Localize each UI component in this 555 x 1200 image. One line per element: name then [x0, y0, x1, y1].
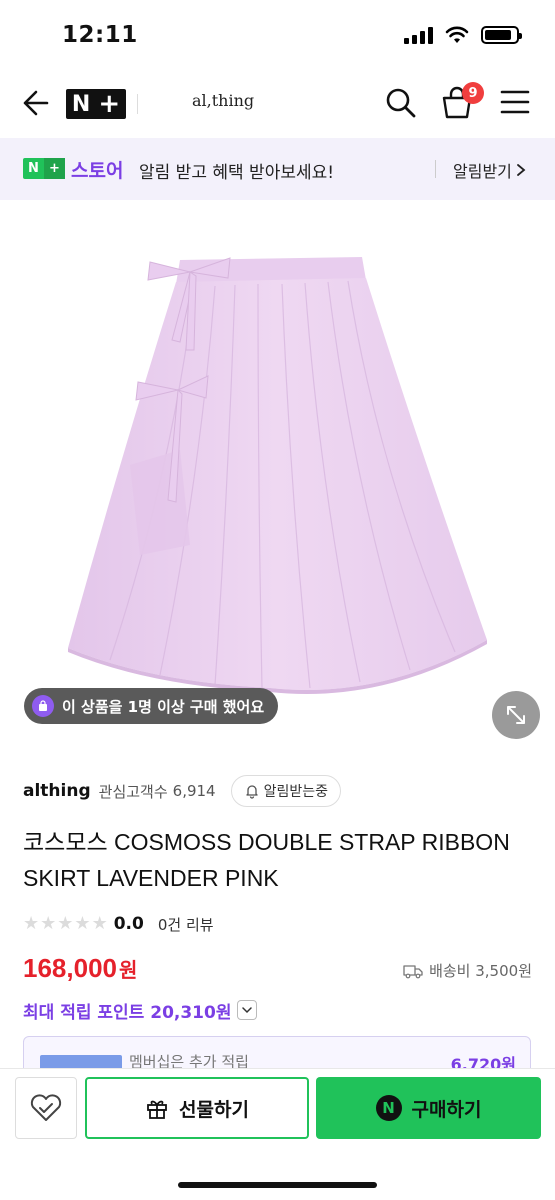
rating-stars: ★ ★ ★ ★ ★: [23, 915, 108, 933]
home-indicator: [178, 1182, 377, 1188]
back-arrow-icon[interactable]: [18, 86, 52, 120]
naver-plus-store-logo: N +: [23, 158, 65, 179]
battery-level: [485, 30, 511, 40]
shopping-bag-icon: [32, 695, 54, 717]
brand-name[interactable]: althing: [23, 781, 91, 801]
expand-icon: [507, 706, 525, 724]
battery-icon: [481, 26, 522, 44]
follower-count: 6,914: [172, 782, 216, 800]
star-icon: ★: [40, 913, 57, 934]
price-unit: 원: [118, 958, 138, 982]
brand-row: althing 관심고객수 6,914 알림받는중: [23, 775, 342, 807]
status-icons: [404, 26, 522, 44]
heart-check-icon: [30, 1094, 62, 1121]
alarm-on-label: 알림받는중: [263, 784, 329, 800]
star-icon: ★: [74, 913, 91, 934]
rating-score: 0.0: [113, 914, 144, 934]
chevron-right-icon: [516, 164, 526, 176]
review-count: 0건 리뷰: [157, 915, 214, 934]
image-expand-button[interactable]: [492, 691, 540, 739]
promo-logo-n: N: [28, 161, 39, 176]
store-name[interactable]: al,thing: [192, 91, 254, 110]
buy-button[interactable]: N 구매하기: [316, 1077, 541, 1139]
status-time: 12:11: [62, 22, 138, 48]
search-icon[interactable]: [384, 86, 418, 120]
max-points-text: 최대 적립 포인트 20,310원: [23, 1002, 232, 1023]
gift-button[interactable]: 선물하기: [85, 1077, 309, 1139]
buy-button-label: 구매하기: [411, 1098, 482, 1121]
bottom-action-bar: 선물하기 N 구매하기: [0, 1068, 555, 1200]
wifi-icon: [445, 26, 469, 43]
star-icon: ★: [57, 913, 74, 934]
promo-divider: [435, 160, 436, 178]
shipping-fee: 배송비 3,500원: [403, 960, 532, 981]
naverpay-n-icon: N: [375, 1095, 402, 1121]
bell-icon: [245, 785, 258, 799]
store-alarm-banner[interactable]: N + 스토어 알림 받고 혜택 받아보세요! 알림받기: [0, 138, 555, 200]
cart-badge: 9: [462, 82, 484, 104]
promo-store-label: 스토어: [71, 160, 124, 182]
gift-icon: [147, 1100, 167, 1119]
status-bar: 12:11: [0, 0, 555, 72]
points-row[interactable]: 최대 적립 포인트 20,310원: [23, 996, 258, 1024]
rating-row[interactable]: ★ ★ ★ ★ ★ 0.0 0건 리뷰: [23, 911, 214, 937]
gift-button-label: 선물하기: [179, 1098, 249, 1121]
truck-icon: [403, 964, 423, 978]
menu-icon[interactable]: [500, 88, 530, 116]
chevron-down-icon: [242, 1007, 253, 1014]
star-icon: ★: [91, 913, 108, 934]
follower-label: 관심고객수: [98, 782, 168, 801]
alarm-subscribe-button[interactable]: 알림받기: [453, 158, 526, 182]
header-divider: [137, 94, 138, 114]
logo-plus: +: [98, 89, 121, 119]
wishlist-button[interactable]: [15, 1077, 77, 1139]
promo-logo-plus: +: [44, 158, 65, 179]
alarm-subscribe-label: 알림받기: [453, 162, 512, 181]
product-image[interactable]: [0, 200, 555, 755]
points-expand-button[interactable]: [237, 1000, 258, 1020]
alarm-on-chip[interactable]: 알림받는중: [230, 775, 342, 807]
product-title: 코스모스 COSMOSS DOUBLE STRAP RIBBON SKIRT L…: [23, 829, 510, 891]
app-header: N + al,thing 9: [0, 72, 555, 138]
naver-plus-logo[interactable]: N +: [66, 89, 126, 119]
cart-button[interactable]: 9: [440, 82, 484, 122]
buyer-count-badge: 이 상품을 1명 이상 구매 했어요: [24, 688, 279, 724]
signal-icon: [404, 26, 433, 44]
logo-n: N: [71, 91, 91, 117]
buyer-count-text: 이 상품을 1명 이상 구매 했어요: [62, 697, 265, 716]
price-row: 168,000 원: [23, 953, 137, 989]
star-icon: ★: [23, 913, 40, 934]
price-value: 168,000: [23, 953, 117, 983]
shipping-fee-text: 배송비 3,500원: [429, 962, 532, 980]
promo-message: 알림 받고 혜택 받아보세요!: [139, 163, 335, 183]
